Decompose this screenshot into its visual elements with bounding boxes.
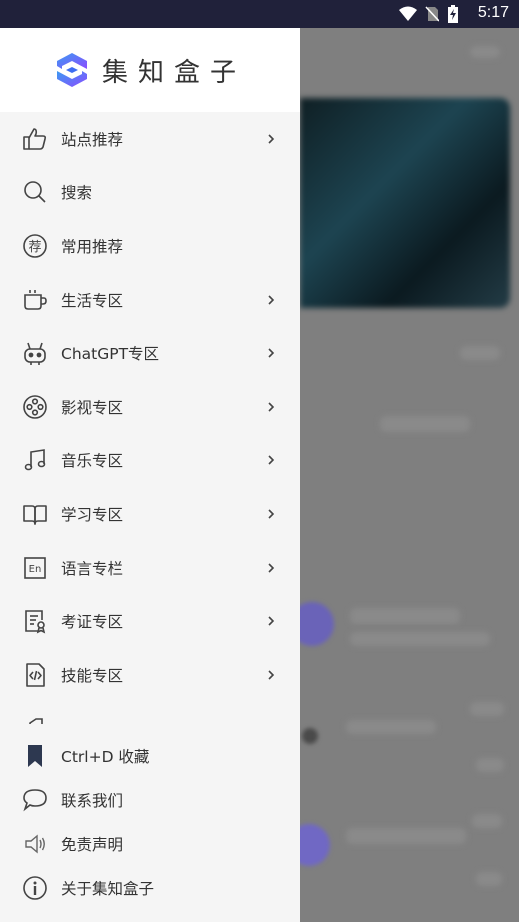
chevron-right-icon <box>264 346 278 360</box>
menu-item-skills[interactable]: 技能专区 <box>0 648 300 702</box>
robot-icon <box>22 340 48 366</box>
menu-item-chatgpt[interactable]: ChatGPT专区 <box>0 326 300 380</box>
menu-item-label: 音乐专区 <box>61 452 124 471</box>
wifi-icon <box>399 6 417 22</box>
chevron-right-icon <box>264 507 278 521</box>
book-icon <box>22 501 48 527</box>
chevron-right-icon <box>264 132 278 146</box>
chevron-right-icon <box>264 614 278 628</box>
menu-item-site-recommend[interactable]: 站点推荐 <box>0 112 300 166</box>
chevron-right-icon <box>264 400 278 414</box>
status-icons <box>399 5 459 23</box>
clock: 5:17 <box>477 4 509 21</box>
bookmark-label: Ctrl+D 收藏 <box>61 748 150 766</box>
no-sim-icon <box>425 6 439 22</box>
menu-item-certificate[interactable]: 考证专区 <box>0 594 300 648</box>
thumbs-up-icon <box>22 126 48 152</box>
speaker-icon <box>22 831 48 857</box>
disclaimer-item[interactable]: 免责声明 <box>0 822 300 866</box>
contact-us-item[interactable]: 联系我们 <box>0 778 300 822</box>
partial-icon <box>22 715 48 724</box>
chevron-right-icon <box>264 453 278 467</box>
banner-image <box>300 98 510 308</box>
language-en-icon: En <box>22 555 48 581</box>
menu-item-label: 考证专区 <box>61 613 124 632</box>
menu-item-study[interactable]: 学习专区 <box>0 487 300 541</box>
search-icon <box>22 179 48 205</box>
drawer-header: 集知盒子 <box>0 28 300 112</box>
code-file-icon <box>22 662 48 688</box>
drawer-footer-menu: Ctrl+D 收藏 联系我们 免责声明 关于集知盒子 <box>0 734 300 910</box>
menu-item-search[interactable]: 搜索 <box>0 166 300 220</box>
navigation-drawer: 集知盒子 站点推荐 搜索 荐 常用推荐 生活专区 ChatGPT专区 影视专区 … <box>0 28 300 922</box>
app-title: 集知盒子 <box>101 57 246 88</box>
menu-item-label: 常用推荐 <box>61 237 124 256</box>
menu-item-clipped[interactable] <box>0 702 300 724</box>
menu-item-label: 学习专区 <box>61 505 124 524</box>
menu-item-common-recommend[interactable]: 荐 常用推荐 <box>0 219 300 273</box>
certificate-icon <box>22 608 48 634</box>
film-reel-icon <box>22 394 48 420</box>
menu-item-label: 搜索 <box>61 184 93 203</box>
cup-icon <box>22 287 48 313</box>
menu-item-label: 生活专区 <box>61 291 124 310</box>
music-note-icon <box>22 447 48 473</box>
about-label: 关于集知盒子 <box>61 880 155 898</box>
menu-item-film[interactable]: 影视专区 <box>0 380 300 434</box>
bookmark-item[interactable]: Ctrl+D 收藏 <box>0 734 300 778</box>
chat-bubble-icon <box>22 787 48 813</box>
menu-item-label: 影视专区 <box>61 398 124 417</box>
bookmark-icon <box>22 743 48 769</box>
menu-item-language[interactable]: En 语言专栏 <box>0 541 300 595</box>
svg-text:En: En <box>29 564 42 575</box>
about-item[interactable]: 关于集知盒子 <box>0 866 300 910</box>
menu-item-label: 语言专栏 <box>61 559 124 578</box>
menu-item-label: 技能专区 <box>61 666 124 685</box>
svg-text:荐: 荐 <box>28 240 41 255</box>
menu-item-life[interactable]: 生活专区 <box>0 273 300 327</box>
menu-item-label: ChatGPT专区 <box>61 345 160 364</box>
drawer-menu: 站点推荐 搜索 荐 常用推荐 生活专区 ChatGPT专区 影视专区 音乐专区 … <box>0 112 300 724</box>
info-icon <box>22 875 48 901</box>
background-content-dimmed[interactable] <box>300 28 519 922</box>
battery-charging-icon <box>447 5 459 23</box>
menu-item-music[interactable]: 音乐专区 <box>0 434 300 488</box>
recommend-badge-icon: 荐 <box>22 233 48 259</box>
chevron-right-icon <box>264 668 278 682</box>
chevron-right-icon <box>264 561 278 575</box>
contact-us-label: 联系我们 <box>61 792 124 810</box>
chevron-right-icon <box>264 293 278 307</box>
disclaimer-label: 免责声明 <box>61 836 124 854</box>
app-logo-icon <box>54 51 90 89</box>
status-bar: 5:17 <box>0 0 519 28</box>
menu-item-label: 站点推荐 <box>61 130 124 149</box>
